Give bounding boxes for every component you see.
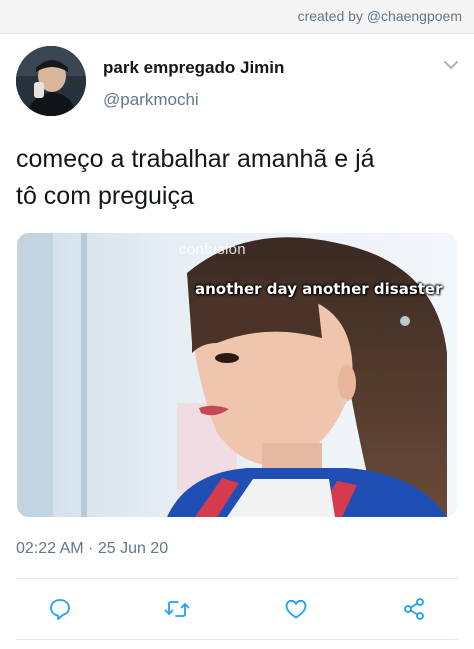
retweet-icon: [164, 601, 190, 617]
tweet-text-line: tô com preguiça: [16, 182, 194, 210]
tweet-media[interactable]: confusion another day another disaster: [17, 233, 457, 517]
top-bar: created by @chaengpoem: [0, 0, 474, 34]
reply-button[interactable]: [47, 596, 73, 622]
divider: [16, 578, 458, 579]
retweet-button[interactable]: [164, 596, 190, 622]
tweet-timestamp[interactable]: 02:22 AM · 25 Jun 20: [16, 540, 168, 558]
user-handle[interactable]: @parkmochi: [103, 90, 199, 110]
reply-icon: [50, 599, 70, 620]
tweet-text-line: começo a trabalhar amanhã e já: [16, 145, 375, 173]
divider: [16, 639, 458, 640]
chevron-down-icon[interactable]: [442, 58, 460, 72]
credit-text: created by @chaengpoem: [297, 8, 462, 24]
avatar[interactable]: [16, 46, 86, 116]
tweet-text: começo a trabalhar amanhã e já tô com pr…: [16, 141, 456, 215]
like-icon: [285, 599, 307, 619]
share-button[interactable]: [401, 596, 427, 622]
avatar-image: [16, 46, 86, 116]
media-image: [17, 233, 457, 517]
like-button[interactable]: [283, 596, 309, 622]
display-name[interactable]: park empregado Jimin: [103, 58, 284, 78]
media-caption: another day another disaster: [195, 280, 443, 298]
share-icon: [404, 598, 424, 620]
media-watermark: confusion: [179, 241, 246, 258]
